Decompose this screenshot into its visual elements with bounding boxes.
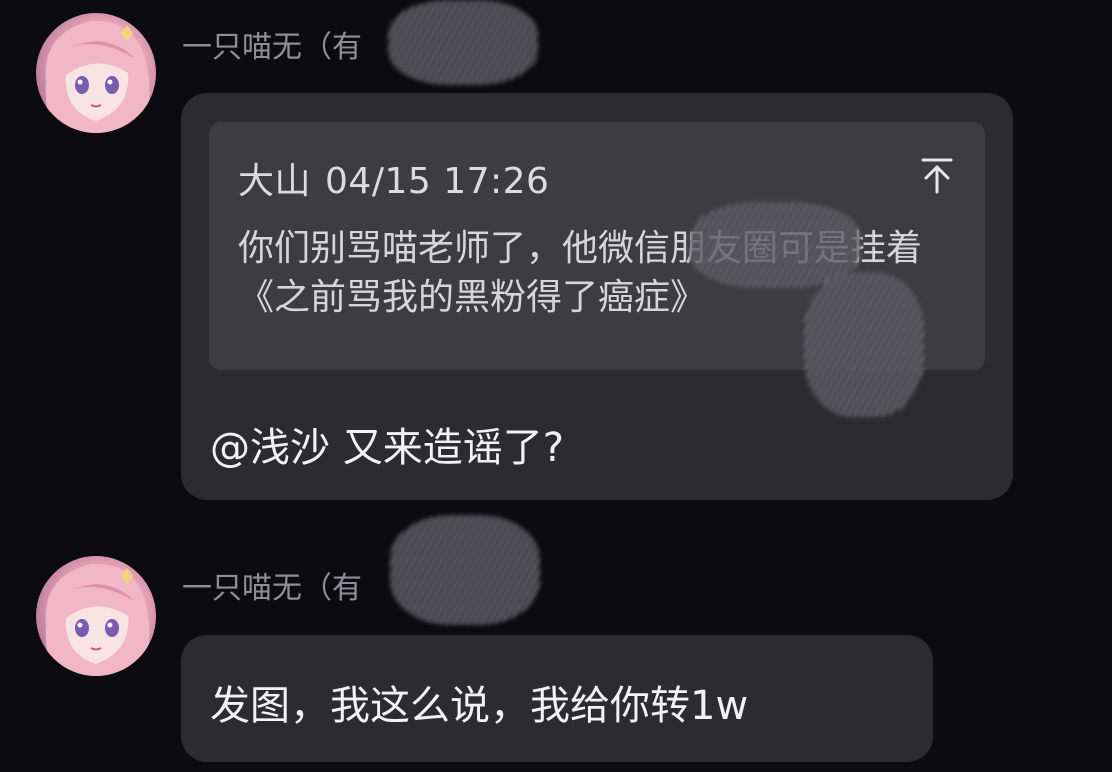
arrow-up-to-top-icon[interactable] (919, 156, 955, 196)
anime-avatar-icon (45, 20, 150, 133)
message-text: @浅沙 又来造谣了? (210, 425, 564, 471)
message-text: 发图，我这么说，我给你转1w (210, 683, 749, 729)
redaction-mark (804, 272, 924, 417)
chat-message-1: 一只喵无（有 大山 04/15 17:26 你们别骂喵老师了，他微信朋友圈可是挂着… (0, 0, 1112, 505)
avatar[interactable] (36, 556, 156, 676)
quote-header: 大山 04/15 17:26 (238, 152, 549, 204)
quoted-message[interactable]: 大山 04/15 17:26 你们别骂喵老师了，他微信朋友圈可是挂着《之前骂我的黑… (209, 122, 985, 417)
anime-avatar-icon (45, 563, 150, 676)
message-bubble[interactable]: 大山 04/15 17:26 你们别骂喵老师了，他微信朋友圈可是挂着《之前骂我的黑… (181, 93, 1013, 500)
redaction-mark (388, 0, 538, 85)
message-bubble[interactable]: 发图，我这么说，我给你转1w (181, 635, 933, 762)
chat-message-2: 一只喵无（有 发图，我这么说，我给你转1w (0, 515, 1112, 772)
quote-author: 大山 (238, 161, 312, 202)
avatar[interactable] (36, 13, 156, 133)
sender-name[interactable]: 一只喵无（有 (182, 22, 362, 66)
quote-timestamp: 04/15 17:26 (325, 161, 550, 202)
sender-name[interactable]: 一只喵无（有 (182, 563, 362, 607)
redaction-mark (390, 515, 540, 625)
